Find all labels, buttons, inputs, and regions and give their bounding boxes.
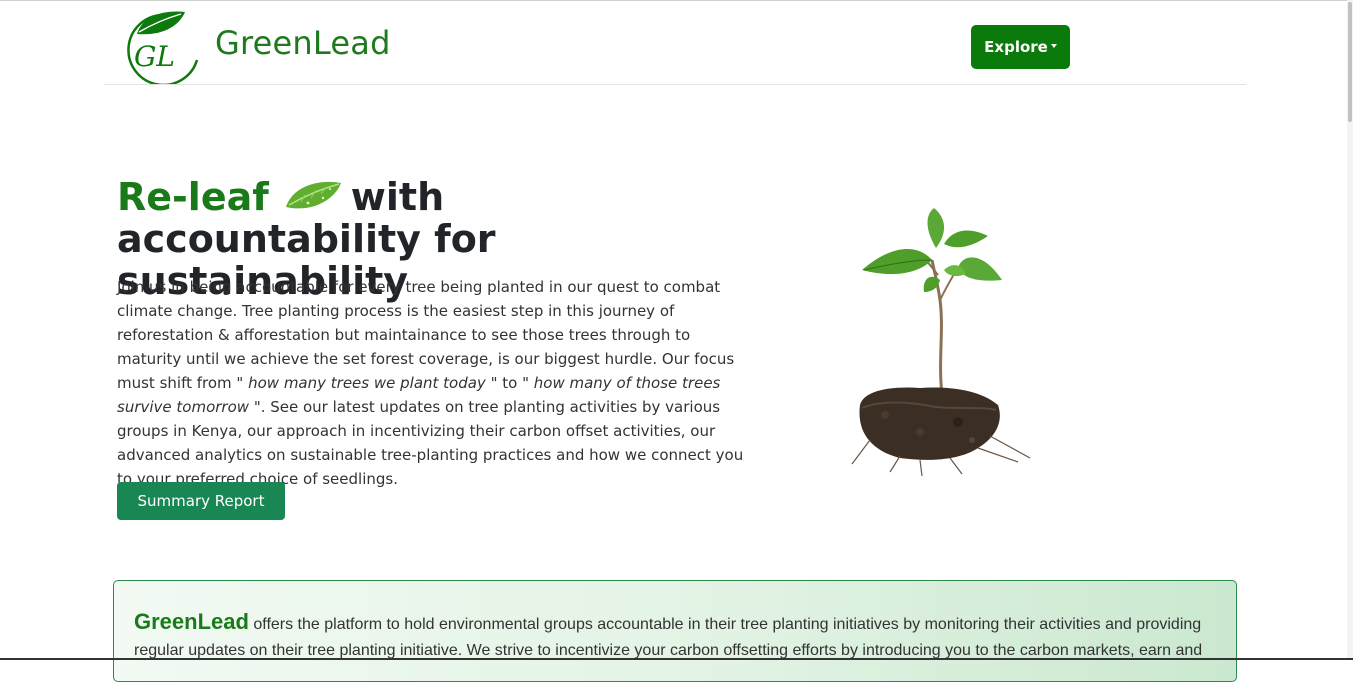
hero-title-accent: Re-leaf	[117, 175, 269, 219]
seedling-image	[851, 208, 1031, 477]
hero-text-emphasis-1: how many trees we plant today	[243, 374, 491, 392]
navbar: GL GreenLead Explore	[104, 0, 1246, 85]
brand-name[interactable]: GreenLead	[215, 24, 391, 62]
summary-report-button[interactable]: Summary Report	[117, 482, 285, 520]
greenlead-logo[interactable]: GL	[125, 8, 205, 84]
logo-text: GL	[134, 40, 175, 73]
explore-button-label: Explore	[984, 38, 1048, 56]
hero-description: Join us in being accountable for every t…	[117, 275, 749, 491]
caret-down-icon	[1050, 44, 1057, 48]
hero-text-part2: " to "	[490, 374, 529, 392]
info-text: GreenLead offers the platform to hold en…	[134, 609, 1224, 664]
info-box: GreenLead offers the platform to hold en…	[113, 580, 1237, 682]
info-description: offers the platform to hold environmenta…	[134, 616, 1203, 659]
scrollbar-thumb[interactable]	[1348, 2, 1352, 122]
leaf-icon	[285, 181, 341, 209]
info-brand: GreenLead	[134, 609, 249, 634]
scrollbar[interactable]	[1347, 0, 1353, 660]
explore-dropdown-button[interactable]: Explore	[971, 25, 1070, 69]
